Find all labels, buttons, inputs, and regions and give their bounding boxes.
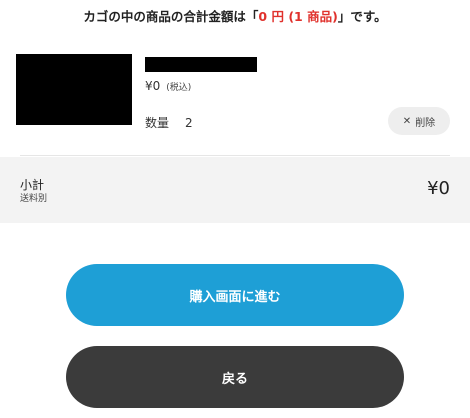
- summary-suffix: 」です。: [337, 9, 387, 24]
- quantity: 数量 2: [145, 114, 193, 131]
- delete-label: 削除: [415, 117, 436, 129]
- checkout-button-label: 購入画面に進む: [189, 289, 281, 305]
- close-icon: ✕: [402, 115, 412, 127]
- product-name-redacted[interactable]: [145, 57, 257, 72]
- product-price-value: ¥0: [145, 79, 161, 93]
- cart-summary: カゴの中の商品の合計金額は「0 円 (1 商品)」です。: [0, 6, 470, 25]
- cart-item: ¥0 (税込) 数量 2 ✕ 削除: [0, 44, 470, 154]
- tax-note: (税込): [166, 83, 192, 93]
- back-button-label: 戻る: [221, 371, 248, 387]
- shipping-note: 送料別: [20, 194, 48, 204]
- delete-button[interactable]: ✕ 削除: [388, 107, 450, 135]
- summary-total-highlight: 0 円 (1 商品): [258, 9, 338, 24]
- back-button[interactable]: 戻る: [66, 346, 404, 408]
- product-image[interactable]: [16, 54, 132, 125]
- subtotal-amount: ¥0: [427, 178, 450, 199]
- product-price: ¥0 (税込): [145, 79, 191, 93]
- checkout-button[interactable]: 購入画面に進む: [66, 264, 404, 326]
- summary-prefix: カゴの中の商品の合計金額は「: [83, 9, 259, 24]
- quantity-value: 2: [185, 116, 193, 130]
- divider: [20, 155, 450, 156]
- cart-page: カゴの中の商品の合計金額は「0 円 (1 商品)」です。 ¥0 (税込) 数量 2 …: [0, 0, 470, 418]
- quantity-label: 数量: [145, 116, 170, 130]
- subtotal-section: 小計 送料別 ¥0: [0, 157, 470, 223]
